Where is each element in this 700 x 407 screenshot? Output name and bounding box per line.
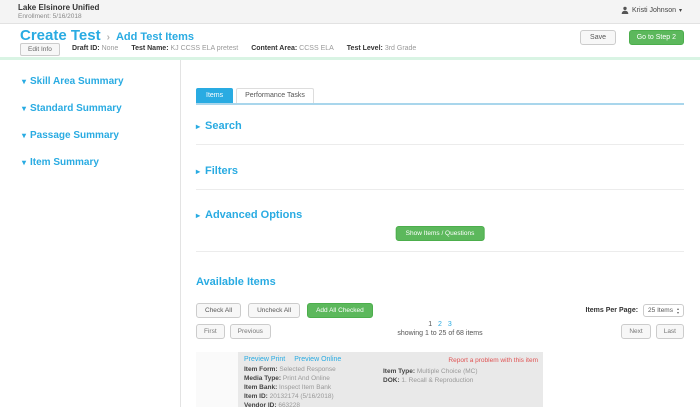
last-page-button[interactable]: Last: [656, 324, 684, 339]
item-row: Preview Print Preview Online Report a pr…: [196, 352, 543, 407]
pagination-right: Next Last: [621, 324, 684, 339]
report-problem-link[interactable]: Report a problem with this item: [448, 357, 538, 364]
section-divider: [196, 144, 684, 145]
meta-test-level: Test Level: 3rd Grade: [347, 45, 417, 52]
page-1-current[interactable]: 1: [428, 321, 432, 328]
preview-online-link[interactable]: Preview Online: [294, 356, 341, 363]
item-id-field: Item ID: 20132174 (5/16/2018): [244, 392, 538, 401]
items-per-page-value: 25 Items: [648, 307, 673, 314]
organization-name: Lake Elsinore Unified: [18, 3, 99, 12]
sidebar-item-standard-summary[interactable]: ▾ Standard Summary: [22, 103, 122, 114]
sidebar-item-label: Standard Summary: [30, 103, 122, 114]
meta-content-area: Content Area: CCSS ELA: [251, 45, 334, 52]
bulk-actions: Check All Uncheck All Add All Checked: [196, 303, 373, 318]
add-all-checked-button[interactable]: Add All Checked: [307, 303, 373, 318]
next-page-button[interactable]: Next: [621, 324, 650, 339]
green-divider: [0, 57, 700, 60]
advanced-options-section-toggle[interactable]: ▸ Advanced Options: [196, 209, 302, 221]
tab-performance-tasks[interactable]: Performance Tasks: [236, 88, 314, 103]
available-items-heading: Available Items: [196, 276, 276, 288]
search-section-label: Search: [205, 120, 242, 132]
pagination-center: 1 2 3 showing 1 to 25 of 68 items: [196, 321, 684, 337]
page-numbers: 1 2 3: [196, 321, 684, 328]
page-title: Create Test: [20, 27, 101, 44]
sidebar-item-item-summary[interactable]: ▾ Item Summary: [22, 157, 99, 168]
sidebar-item-label: Skill Area Summary: [30, 76, 124, 87]
item-type-field: Item Type: Multiple Choice (MC): [383, 367, 478, 376]
show-items-questions-button[interactable]: Show Items / Questions: [396, 226, 485, 241]
enrollment-date: Enrollment: 5/16/2018: [18, 13, 82, 20]
tab-items[interactable]: Items: [196, 88, 233, 103]
user-menu[interactable]: Kristi Johnson ▾: [621, 6, 682, 14]
top-bar: Lake Elsinore Unified Enrollment: 5/16/2…: [0, 0, 700, 24]
sidebar-item-label: Passage Summary: [30, 130, 119, 141]
save-button[interactable]: Save: [580, 30, 616, 45]
advanced-options-section-label: Advanced Options: [205, 209, 302, 221]
select-arrows-icon: ▴ ▾: [677, 307, 679, 314]
caret-down-icon: ▾: [22, 104, 26, 113]
caret-down-icon: ▾: [22, 131, 26, 140]
items-per-page: Items Per Page: 25 Items ▴ ▾: [586, 304, 684, 317]
sidebar-item-skill-area-summary[interactable]: ▾ Skill Area Summary: [22, 76, 124, 87]
edit-info-button[interactable]: Edit Info: [20, 43, 60, 56]
meta-draft-id: Draft ID: None: [72, 45, 118, 52]
page-2-link[interactable]: 2: [438, 321, 442, 328]
dok-field: DOK: 1. Recall & Reproduction: [383, 376, 478, 385]
check-all-button[interactable]: Check All: [196, 303, 241, 318]
caret-down-icon: ▾: [22, 158, 26, 167]
sidebar-item-label: Item Summary: [30, 157, 99, 168]
go-to-step-2-button[interactable]: Go to Step 2: [629, 30, 684, 45]
caret-down-icon: ▾: [679, 7, 682, 14]
user-name: Kristi Johnson: [632, 7, 676, 14]
breadcrumb: Create Test › Add Test Items: [20, 27, 194, 44]
sidebar-divider: [180, 60, 181, 407]
vendor-id-field: Vendor ID: 663228: [244, 401, 538, 407]
sidebar-item-passage-summary[interactable]: ▾ Passage Summary: [22, 130, 119, 141]
filters-section-label: Filters: [205, 165, 238, 177]
items-per-page-label: Items Per Page:: [586, 307, 639, 314]
meta-test-name: Test Name: KJ CCSS ELA pretest: [131, 45, 238, 52]
preview-print-link[interactable]: Preview Print: [244, 356, 285, 363]
breadcrumb-separator-icon: ›: [107, 32, 110, 43]
caret-right-icon: ▸: [196, 167, 200, 176]
item-details: Preview Print Preview Online Report a pr…: [238, 352, 543, 407]
filters-section-toggle[interactable]: ▸ Filters: [196, 165, 238, 177]
caret-right-icon: ▸: [196, 122, 200, 131]
item-fields-right: Item Type: Multiple Choice (MC) DOK: 1. …: [383, 367, 478, 385]
uncheck-all-button[interactable]: Uncheck All: [248, 303, 300, 318]
user-icon: [621, 6, 629, 14]
tab-bar: Items Performance Tasks: [196, 88, 684, 105]
item-checkbox-cell[interactable]: [196, 352, 238, 407]
page-subtitle: Add Test Items: [116, 31, 194, 43]
page-3-link[interactable]: 3: [448, 321, 452, 328]
section-divider: [196, 251, 684, 252]
caret-right-icon: ▸: [196, 211, 200, 220]
items-per-page-select[interactable]: 25 Items ▴ ▾: [643, 304, 684, 317]
section-divider: [196, 189, 684, 190]
test-meta: Draft ID: None Test Name: KJ CCSS ELA pr…: [72, 45, 416, 52]
showing-summary: showing 1 to 25 of 68 items: [196, 330, 684, 337]
caret-down-icon: ▾: [22, 77, 26, 86]
search-section-toggle[interactable]: ▸ Search: [196, 120, 242, 132]
